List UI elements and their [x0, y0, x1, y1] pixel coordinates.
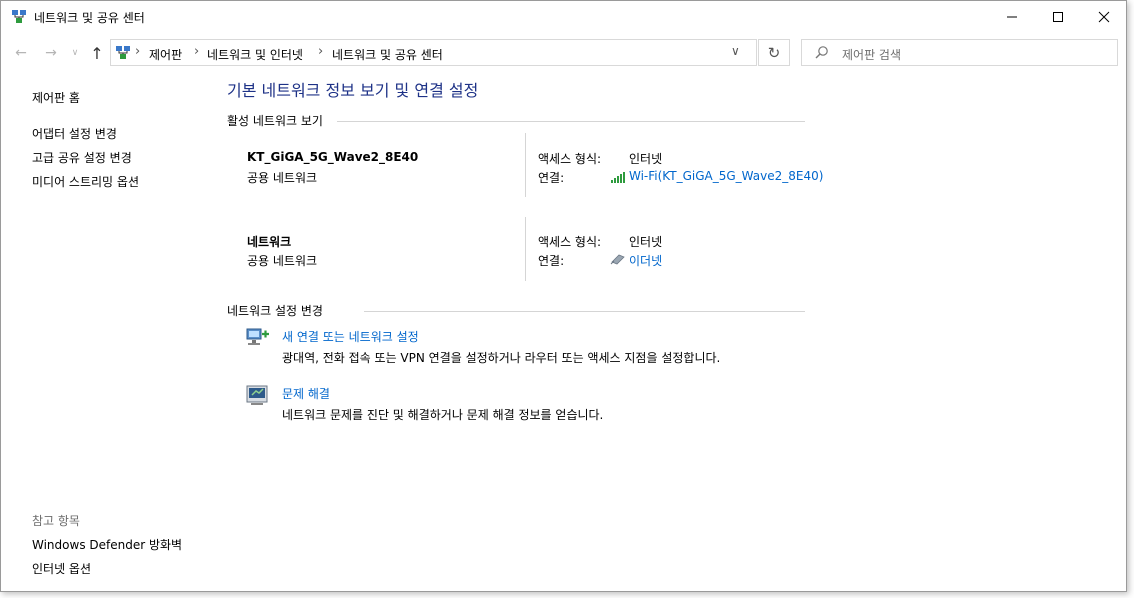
see-also-heading: 참고 항목 [32, 514, 80, 528]
refresh-icon: ↻ [767, 43, 781, 62]
access-type-label: 액세스 형식: [538, 152, 602, 166]
troubleshoot-icon [245, 384, 271, 408]
sidebar-link-firewall[interactable]: Windows Defender 방화벽 [32, 536, 182, 553]
new-connection-link[interactable]: 새 연결 또는 네트워크 설정 [282, 328, 419, 345]
control-panel-window: 네트워크 및 공유 센터 ← → ∨ ↑ › 제어판 › 네트워크 및 인터넷 … [0, 0, 1127, 592]
maximize-icon [1053, 12, 1063, 22]
page-title: 기본 네트워크 정보 보기 및 연결 설정 [227, 81, 479, 100]
address-dropdown-icon[interactable]: ∨ [731, 44, 740, 58]
wifi-connection-link[interactable]: Wi-Fi(KT_GiGA_5G_Wave2_8E40) [629, 169, 823, 183]
section-divider [364, 311, 805, 312]
search-icon [814, 45, 830, 61]
wifi-signal-icon [610, 171, 626, 183]
breadcrumb-item[interactable]: 네트워크 및 공유 센터 [332, 46, 443, 63]
network-type-link[interactable]: 공용 네트워크 [247, 169, 317, 186]
breadcrumb-item[interactable]: 네트워크 및 인터넷 [207, 46, 303, 63]
sidebar-link-media-streaming[interactable]: 미디어 스트리밍 옵션 [32, 173, 139, 190]
column-divider [525, 133, 526, 197]
arrow-left-icon: ← [15, 45, 27, 61]
section-divider [337, 121, 805, 122]
sidebar-link-home[interactable]: 제어판 홈 [32, 89, 80, 106]
arrow-up-icon: ↑ [90, 43, 104, 63]
back-button[interactable]: ← [11, 43, 31, 63]
chevron-right-icon: › [194, 44, 200, 59]
sidebar-link-advanced-sharing[interactable]: 고급 공유 설정 변경 [32, 149, 132, 166]
access-type-value: 인터넷 [629, 152, 663, 166]
chevron-down-icon: ∨ [71, 48, 79, 58]
connection-label: 연결: [538, 254, 565, 268]
network-name: KT_GiGA_5G_Wave2_8E40 [247, 150, 419, 164]
new-connection-description: 광대역, 전화 접속 또는 VPN 연결을 설정하거나 라우터 또는 액세스 지… [282, 351, 721, 365]
access-type-value: 인터넷 [629, 235, 663, 249]
chevron-right-icon: › [135, 44, 141, 59]
troubleshoot-link[interactable]: 문제 해결 [282, 385, 330, 402]
close-button[interactable] [1081, 1, 1127, 33]
maximize-button[interactable] [1035, 1, 1081, 33]
close-icon [1098, 11, 1110, 23]
network-type-link[interactable]: 공용 네트워크 [247, 252, 317, 269]
active-networks-heading: 활성 네트워크 보기 [227, 114, 323, 128]
forward-button[interactable]: → [41, 43, 61, 63]
change-settings-heading: 네트워크 설정 변경 [227, 304, 323, 318]
control-panel-icon [115, 45, 131, 61]
sidebar-link-adapter-settings[interactable]: 어댑터 설정 변경 [32, 125, 117, 142]
up-button[interactable]: ↑ [87, 43, 107, 63]
access-type-label: 액세스 형식: [538, 235, 602, 249]
new-connection-icon [245, 326, 271, 350]
title-bar: 네트워크 및 공유 센터 [1, 1, 1126, 33]
chevron-right-icon: › [318, 44, 324, 59]
window-title: 네트워크 및 공유 센터 [34, 11, 145, 25]
connection-label: 연결: [538, 171, 565, 185]
minimize-button[interactable] [989, 1, 1035, 33]
network-name: 네트워크 [247, 235, 292, 249]
column-divider [525, 217, 526, 281]
minimize-icon [1007, 16, 1017, 18]
navigation-bar: ← → ∨ ↑ › 제어판 › 네트워크 및 인터넷 › 네트워크 및 공유 센… [1, 37, 1126, 69]
sidebar-link-internet-options[interactable]: 인터넷 옵션 [32, 560, 91, 577]
ethernet-icon [610, 253, 626, 265]
breadcrumb-item[interactable]: 제어판 [149, 46, 182, 63]
refresh-button[interactable]: ↻ [758, 39, 790, 66]
arrow-right-icon: → [45, 45, 57, 61]
troubleshoot-description: 네트워크 문제를 진단 및 해결하거나 문제 해결 정보를 얻습니다. [282, 408, 604, 422]
search-box[interactable]: 제어판 검색 [801, 39, 1118, 66]
recent-locations-button[interactable]: ∨ [65, 43, 85, 63]
search-input[interactable]: 제어판 검색 [842, 46, 901, 63]
address-bar[interactable]: › 제어판 › 네트워크 및 인터넷 › 네트워크 및 공유 센터 ∨ [110, 39, 757, 66]
network-center-icon [11, 9, 27, 25]
ethernet-connection-link[interactable]: 이더넷 [629, 252, 662, 269]
